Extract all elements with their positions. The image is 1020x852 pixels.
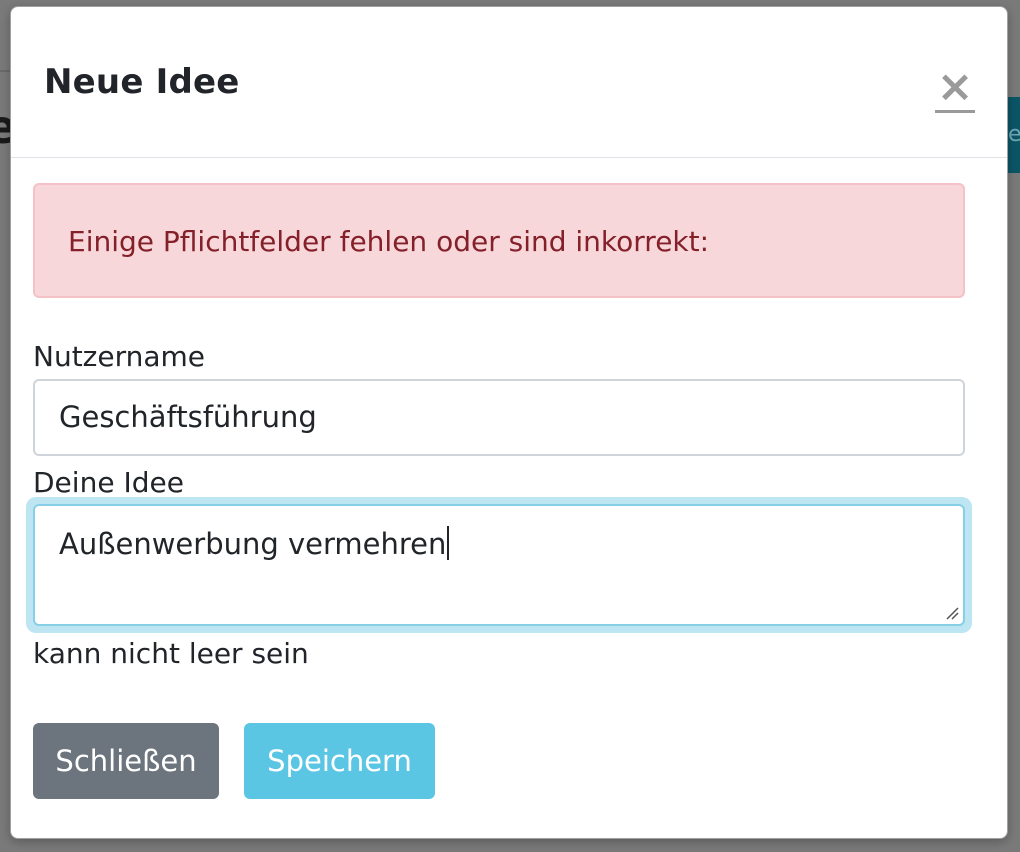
idea-textarea-focus-ring: Außenwerbung vermehren	[26, 497, 972, 633]
idea-textarea[interactable]: Außenwerbung vermehren	[33, 504, 965, 626]
username-input[interactable]: Geschäftsführung	[33, 379, 965, 456]
idea-validation-message: kann nicht leer sein	[33, 637, 309, 670]
idea-textarea-value: Außenwerbung vermehren	[59, 527, 447, 561]
username-label: Nutzername	[33, 340, 206, 373]
error-alert: Einige Pflichtfelder fehlen oder sind in…	[33, 183, 965, 298]
idea-label: Deine Idee	[33, 466, 184, 499]
modal-title: Neue Idee	[44, 62, 240, 102]
save-button[interactable]: Speichern	[244, 723, 435, 799]
modal-header: Neue Idee ×	[11, 7, 1007, 158]
close-icon-glyph: ×	[936, 61, 974, 112]
close-icon[interactable]: ×	[935, 65, 975, 113]
close-icon-underline	[935, 110, 975, 113]
close-button[interactable]: Schließen	[33, 723, 219, 799]
background-button-fragment: e	[1006, 97, 1020, 173]
text-caret	[447, 526, 450, 560]
resize-grip-icon[interactable]	[945, 606, 959, 620]
